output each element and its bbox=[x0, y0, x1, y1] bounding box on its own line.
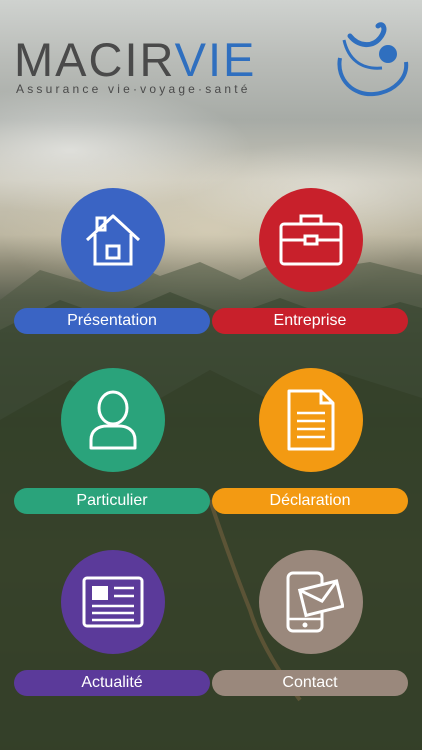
entreprise-label[interactable]: Entreprise bbox=[212, 308, 408, 334]
document-icon bbox=[287, 389, 335, 451]
swan-icon bbox=[337, 22, 409, 97]
presentation-label[interactable]: Présentation bbox=[14, 308, 210, 334]
declaration-label[interactable]: Déclaration bbox=[212, 488, 408, 514]
menu-declaration[interactable]: Déclaration bbox=[212, 368, 410, 514]
brand-logo: MACIRVIE Assurance vie·voyage·santé bbox=[14, 18, 414, 104]
newspaper-icon bbox=[82, 576, 144, 628]
declaration-circle[interactable] bbox=[259, 368, 363, 472]
logo-wordmark: MACIRVIE bbox=[14, 33, 257, 86]
contact-label[interactable]: Contact bbox=[212, 670, 408, 696]
briefcase-icon bbox=[279, 214, 343, 266]
person-icon bbox=[89, 390, 137, 450]
contact-circle[interactable] bbox=[259, 550, 363, 654]
menu-contact[interactable]: Contact bbox=[212, 550, 410, 696]
actualite-circle[interactable] bbox=[61, 550, 165, 654]
presentation-circle[interactable] bbox=[61, 188, 165, 292]
menu-actualite[interactable]: Actualité bbox=[14, 550, 212, 696]
menu-particulier[interactable]: Particulier bbox=[14, 368, 212, 514]
mail-phone-icon bbox=[286, 571, 344, 633]
entreprise-circle[interactable] bbox=[259, 188, 363, 292]
menu-presentation[interactable]: Présentation bbox=[14, 188, 212, 334]
actualite-label[interactable]: Actualité bbox=[14, 670, 210, 696]
particulier-circle[interactable] bbox=[61, 368, 165, 472]
house-icon bbox=[85, 214, 141, 266]
logo-tagline: Assurance vie·voyage·santé bbox=[16, 82, 251, 96]
menu-entreprise[interactable]: Entreprise bbox=[212, 188, 410, 334]
particulier-label[interactable]: Particulier bbox=[14, 488, 210, 514]
